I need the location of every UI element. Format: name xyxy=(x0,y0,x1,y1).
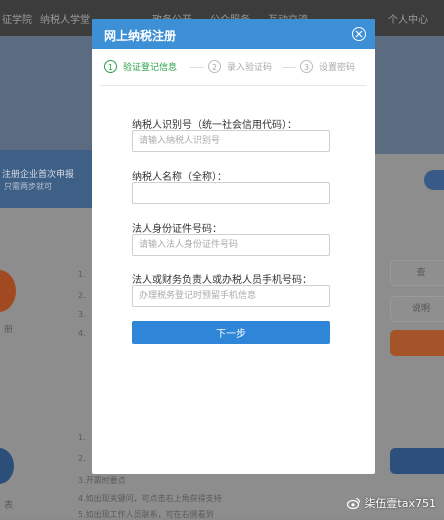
bg-list-item: 1. xyxy=(78,270,86,279)
close-button[interactable] xyxy=(352,27,366,41)
taxpayer-id-label: 纳税人识别号（统一社会信用代码）： xyxy=(132,120,297,131)
legal-id-label: 法人身份证件号码： xyxy=(132,224,222,235)
step-label: 录入验证码 xyxy=(227,63,273,73)
modal-title: 网上纳税注册 xyxy=(104,29,177,43)
legal-id-input[interactable] xyxy=(132,234,330,256)
bg-promo-line1: 注册企业首次申报 xyxy=(2,170,75,180)
bg-nav-item: 纳税人学堂 xyxy=(40,15,90,26)
step-indicator: 1 验证登记信息 2 录入验证码 3 设置密码 xyxy=(92,49,375,87)
bg-nav-item: 个人中心 xyxy=(388,15,428,26)
watermark-text: 柒伍壹tax751 xyxy=(364,497,436,510)
bg-left-text: 册 xyxy=(4,325,14,335)
step-3: 3 设置密码 xyxy=(300,60,355,73)
bg-list-item: 1. xyxy=(78,433,86,442)
background-promo-strip: 注册企业首次申报 只需两步就可 xyxy=(0,150,95,208)
step-1: 1 验证登记信息 xyxy=(104,60,177,73)
bg-list-item: 3.开票时要点 xyxy=(78,476,126,485)
taxpayer-name-label: 纳税人名称（全称）： xyxy=(132,172,227,183)
phone-input[interactable] xyxy=(132,285,330,307)
bg-list-item: 4.如出现关键问，可点击右上角获得支持 xyxy=(78,494,222,503)
next-step-button[interactable]: 下一步 xyxy=(132,321,330,344)
step-number: 3 xyxy=(300,60,313,73)
bg-right-pill xyxy=(424,170,444,190)
bg-list-item: 2. xyxy=(78,454,86,463)
bg-list-item: 2. xyxy=(78,291,86,300)
bg-right-button-orange xyxy=(390,330,444,356)
taxpayer-id-input[interactable] xyxy=(132,130,330,152)
step-connector xyxy=(282,67,296,68)
steps-divider xyxy=(100,85,367,86)
weibo-icon xyxy=(347,497,361,510)
modal-header: 网上纳税注册 xyxy=(92,19,375,49)
taxpayer-name-input[interactable] xyxy=(132,182,330,204)
bg-promo-line2: 只需两步就可 xyxy=(4,182,52,191)
watermark: 柒伍壹tax751 xyxy=(347,495,436,511)
step-label: 验证登记信息 xyxy=(123,63,178,73)
bg-nav-item: 征学院 xyxy=(2,15,32,26)
step-connector xyxy=(190,67,204,68)
bg-list-item: 4. xyxy=(78,329,86,338)
step-2: 2 录入验证码 xyxy=(208,60,272,73)
close-icon xyxy=(355,30,363,38)
bg-left-text: 表 xyxy=(4,501,14,511)
phone-label: 法人或财务负责人或办税人员手机号码： xyxy=(132,275,312,286)
step-number: 2 xyxy=(208,60,221,73)
bg-list-item: 5.如出现工作人员联系，可在右侧看到 xyxy=(78,510,214,519)
bg-right-button: 说明 xyxy=(390,296,444,322)
step-number: 1 xyxy=(104,60,117,73)
bg-right-button: 查 xyxy=(390,260,444,286)
bg-list-item: 3. xyxy=(78,310,86,319)
register-modal: 网上纳税注册 1 验证登记信息 2 录入验证码 3 设置密码 纳税人识别号（统一… xyxy=(92,19,375,474)
step-label: 设置密码 xyxy=(319,63,356,73)
bg-right-button-blue xyxy=(390,448,444,474)
